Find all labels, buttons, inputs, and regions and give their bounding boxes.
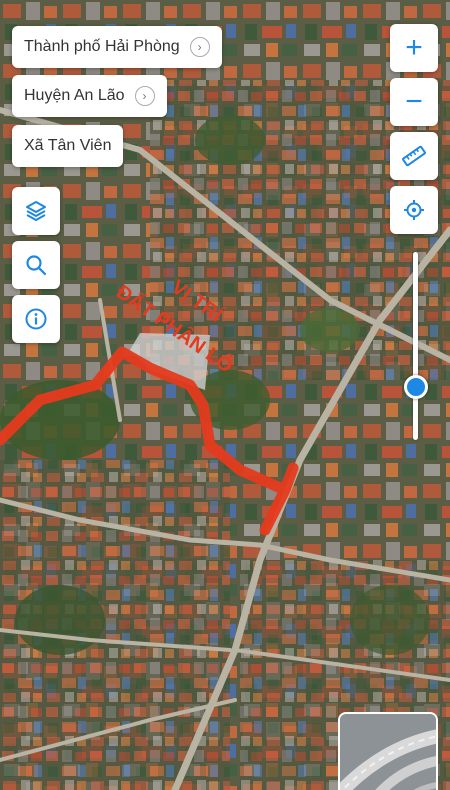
info-icon (25, 308, 47, 330)
road-map-preview (340, 714, 436, 790)
zoom-in-button[interactable]: + (390, 24, 438, 72)
measure-button[interactable] (390, 132, 438, 180)
search-button[interactable] (12, 241, 60, 289)
chevron-right-icon: › (189, 37, 210, 57)
breadcrumb-commune[interactable]: Xã Tân Viên (12, 125, 124, 167)
info-button[interactable] (12, 295, 60, 343)
breadcrumb-district[interactable]: Huyện An Lão › (12, 75, 167, 117)
crosshair-icon (404, 200, 424, 220)
zoom-slider-track[interactable] (413, 252, 418, 440)
chevron-right-icon: › (134, 86, 155, 106)
breadcrumb-city-label: Thành phố Hải Phòng (24, 38, 180, 55)
locate-button[interactable] (390, 186, 438, 234)
minus-icon: − (405, 85, 423, 118)
layers-icon (26, 201, 46, 221)
layers-button[interactable] (12, 187, 60, 235)
ruler-icon (402, 145, 426, 167)
map-canvas (0, 0, 450, 790)
search-icon (26, 255, 47, 276)
breadcrumb-district-label: Huyện An Lão (24, 87, 125, 104)
basemap-thumbnail[interactable] (338, 712, 438, 790)
breadcrumb-commune-label: Xã Tân Viên (24, 137, 112, 154)
breadcrumb-city[interactable]: Thành phố Hải Phòng › (12, 26, 222, 68)
zoom-out-button[interactable]: − (390, 78, 438, 126)
satellite-map[interactable] (0, 0, 450, 790)
plus-icon: + (405, 31, 423, 64)
